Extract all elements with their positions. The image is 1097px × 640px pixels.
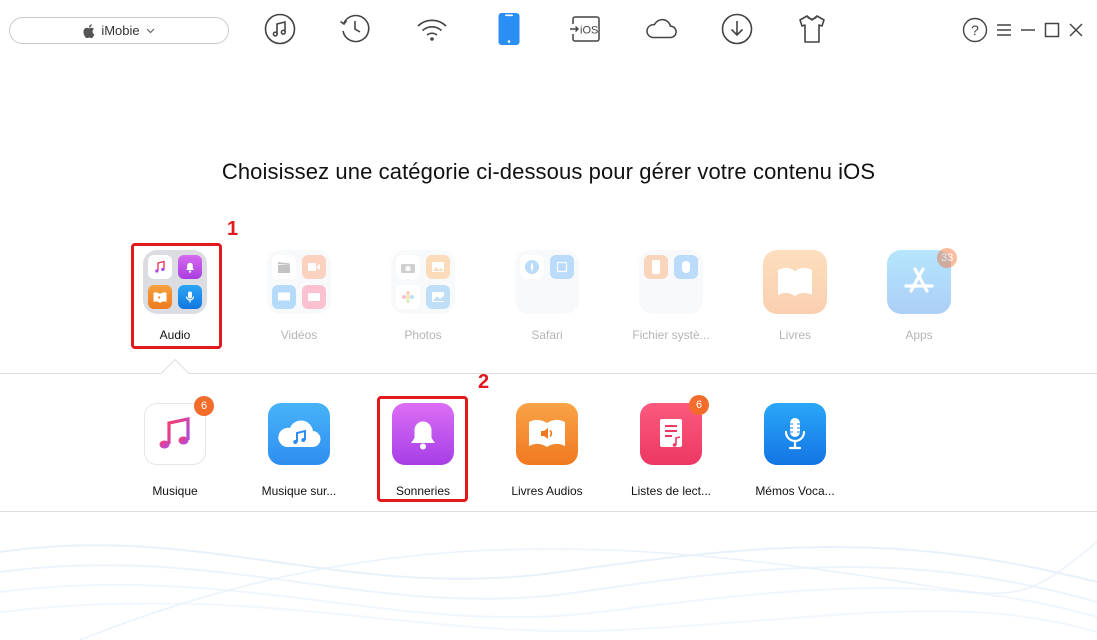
nav-theme-button[interactable] xyxy=(795,12,829,46)
menu-button[interactable] xyxy=(994,20,1014,40)
tv-icon xyxy=(272,285,296,309)
nav-wifi-button[interactable] xyxy=(415,12,449,46)
mouse-icon xyxy=(674,255,698,279)
voice-memos-app-icon xyxy=(764,403,826,465)
device-selector[interactable]: iMobie xyxy=(9,17,229,44)
playlists-app-icon: 6 xyxy=(640,395,709,465)
camera-icon xyxy=(396,255,420,279)
maximize-button[interactable] xyxy=(1042,20,1062,40)
ios-icon: iOS xyxy=(570,16,600,42)
subcategory-music[interactable]: 6 Musique xyxy=(120,396,230,498)
category-label: Livres xyxy=(778,328,811,342)
music-count-badge: 6 xyxy=(194,396,214,416)
close-icon xyxy=(1069,23,1083,37)
cloud-music-app-icon xyxy=(268,403,330,465)
nav-download-button[interactable] xyxy=(720,12,754,46)
maximize-icon xyxy=(1044,22,1060,38)
music-icon xyxy=(264,13,296,45)
app-store-icon xyxy=(904,267,934,293)
wifi-icon xyxy=(417,19,447,41)
category-label: Fichier systè... xyxy=(632,328,710,342)
compass-icon xyxy=(520,255,544,279)
nav-history-button[interactable] xyxy=(338,12,372,46)
category-label: Apps xyxy=(905,328,933,342)
subcategory-label: Musique sur... xyxy=(261,484,337,498)
subcategory-audiobooks[interactable]: Livres Audios xyxy=(492,403,602,498)
nav-cloud-button[interactable] xyxy=(644,12,678,46)
playlists-count-badge: 6 xyxy=(689,395,709,415)
category-safari[interactable]: Safari xyxy=(502,250,592,342)
history-icon xyxy=(340,14,370,43)
shirt-icon xyxy=(799,15,825,43)
menu-icon xyxy=(997,24,1011,36)
category-videos[interactable]: Vidéos xyxy=(254,250,344,342)
category-label: Photos xyxy=(404,328,442,342)
minimize-button[interactable] xyxy=(1018,20,1038,40)
background-waves xyxy=(0,541,1097,640)
nav-music-button[interactable] xyxy=(263,12,297,46)
close-button[interactable] xyxy=(1066,20,1086,40)
phone-icon xyxy=(498,13,520,45)
annotation-box-2 xyxy=(377,396,468,502)
album-icon xyxy=(426,285,450,309)
microphone-icon xyxy=(784,418,806,450)
music-app-icon: 6 xyxy=(144,396,214,465)
category-label: Safari xyxy=(531,328,563,342)
minimize-icon xyxy=(1021,29,1035,31)
help-icon: ? xyxy=(962,17,988,43)
books-category-icon xyxy=(763,250,827,314)
subcategory-playlists[interactable]: 6 Listes de lect... xyxy=(616,395,726,498)
landscape-icon xyxy=(426,255,450,279)
category-photos[interactable]: Photos xyxy=(378,250,468,342)
playlist-icon xyxy=(660,419,682,447)
open-book-icon xyxy=(778,267,812,296)
videos-category-icon xyxy=(267,250,331,314)
subcategory-label: Livres Audios xyxy=(511,484,583,498)
photos-category-icon xyxy=(391,250,455,314)
film-icon xyxy=(302,285,326,309)
app-window: iMobie iOS ? Choisissez une catégorie ci… xyxy=(0,0,1097,640)
svg-text:iOS: iOS xyxy=(580,25,598,37)
subcategory-panel: 6 Musique Musique sur... Sonneries Livre… xyxy=(0,358,1097,512)
flower-icon xyxy=(396,285,420,309)
phone-file-icon xyxy=(644,255,668,279)
annotation-number-2: 2 xyxy=(478,371,490,393)
category-label: Vidéos xyxy=(280,328,318,342)
music-note-icon xyxy=(159,417,190,449)
device-name: iMobie xyxy=(101,23,140,38)
cloud-music-icon xyxy=(278,420,321,448)
nav-device-button[interactable] xyxy=(492,12,526,46)
subcategory-label: Musique xyxy=(152,484,198,498)
toolbar: iMobie iOS ? xyxy=(0,0,1097,62)
category-system-files[interactable]: Fichier systè... xyxy=(626,250,716,342)
help-button[interactable]: ? xyxy=(962,17,988,43)
category-apps[interactable]: 33 Apps xyxy=(874,248,964,342)
cloud-icon xyxy=(646,18,677,39)
subcategory-label: Listes de lect... xyxy=(630,484,712,498)
bookmark-icon xyxy=(550,255,574,279)
video-icon xyxy=(302,255,326,279)
subcategory-label: Mémos Voca... xyxy=(755,484,835,498)
annotation-number-1: 1 xyxy=(227,218,239,240)
category-books[interactable]: Livres xyxy=(750,250,840,342)
apps-count-badge: 33 xyxy=(937,248,958,268)
clapperboard-icon xyxy=(272,255,296,279)
panel-pointer xyxy=(160,358,190,388)
subcategory-cloud-music[interactable]: Musique sur... xyxy=(244,403,354,498)
annotation-box-1 xyxy=(131,243,222,349)
system-files-category-icon xyxy=(639,250,703,314)
nav-ios-button[interactable]: iOS xyxy=(569,12,603,46)
svg-text:?: ? xyxy=(971,22,979,38)
download-icon xyxy=(721,13,753,45)
page-title: Choisissez une catégorie ci-dessous pour… xyxy=(221,159,876,184)
audiobook-icon xyxy=(529,419,565,447)
chevron-down-icon xyxy=(146,28,155,33)
audiobooks-app-icon xyxy=(516,403,578,465)
subcategory-voice-memos[interactable]: Mémos Voca... xyxy=(740,403,850,498)
apple-icon xyxy=(83,23,95,38)
safari-category-icon xyxy=(515,250,579,314)
